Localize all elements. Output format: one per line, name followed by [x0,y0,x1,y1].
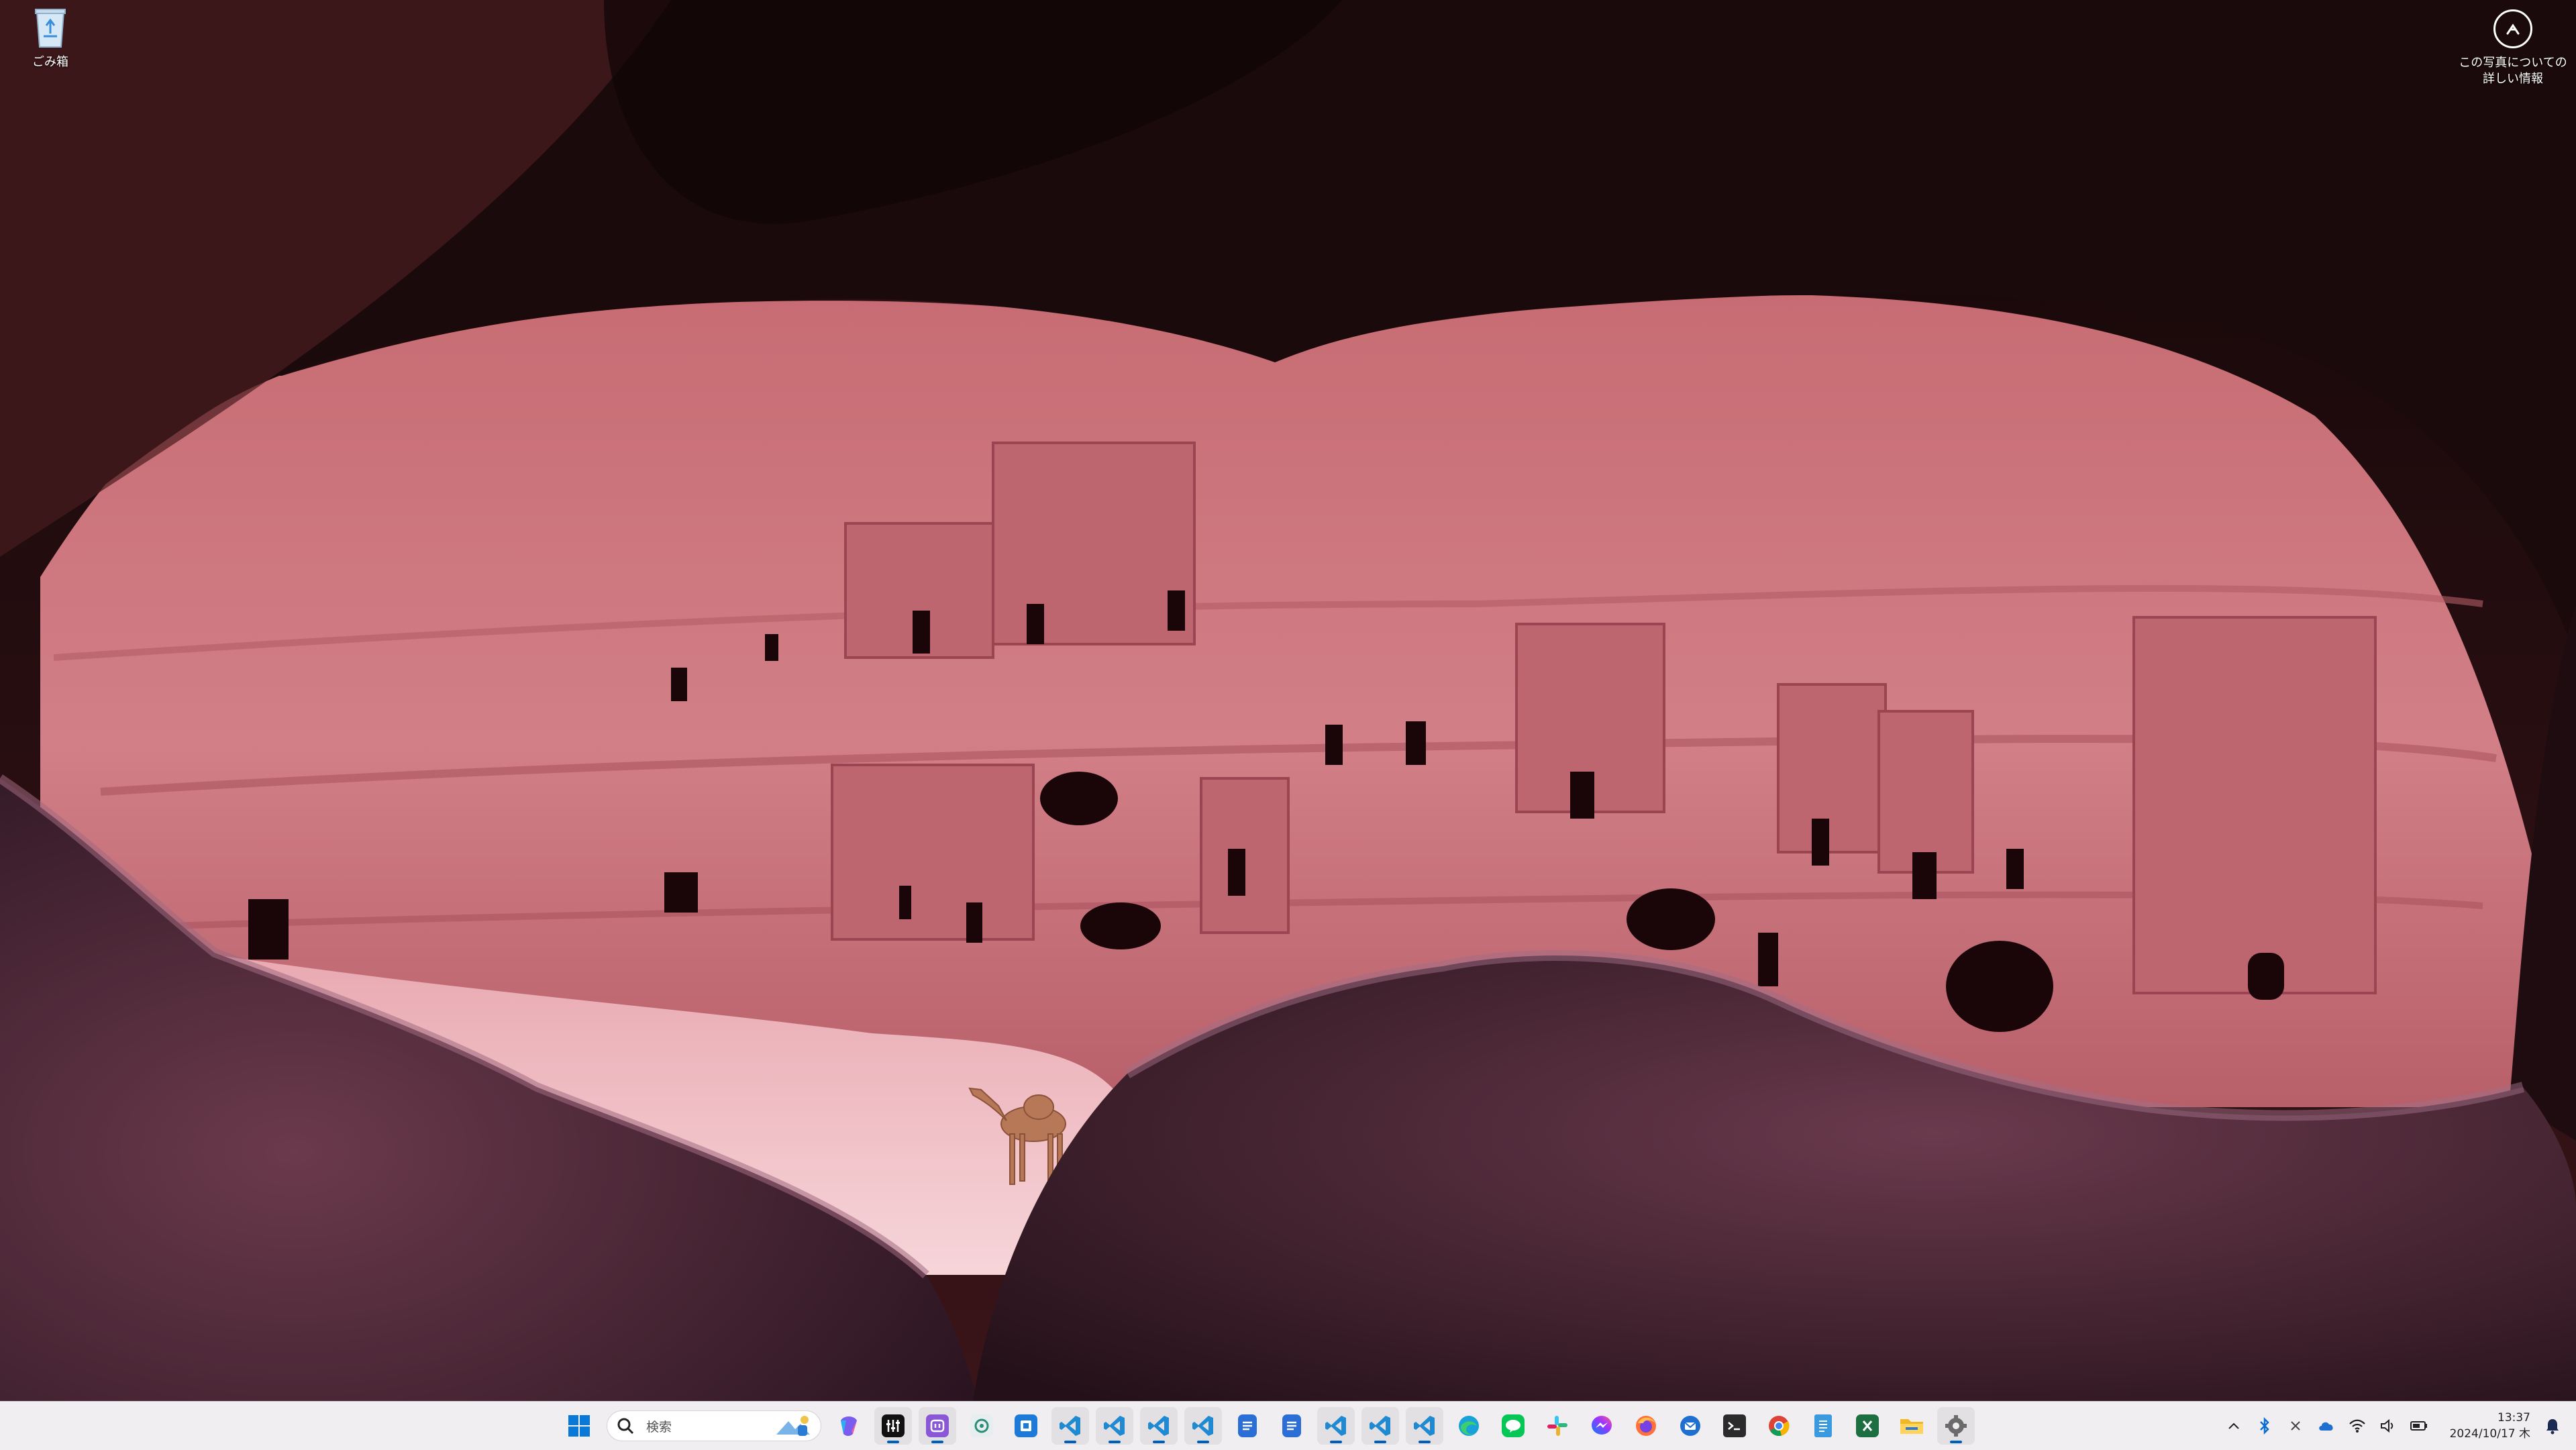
vscode-button-1[interactable] [1051,1407,1089,1445]
copilot-icon [841,1416,857,1436]
bluetooth-icon[interactable] [2255,1416,2274,1435]
chevron-up-icon[interactable] [2224,1416,2243,1435]
search-icon [617,1418,634,1435]
line-icon [1502,1414,1525,1437]
running-indicator [887,1441,899,1443]
battery-icon[interactable] [2410,1416,2428,1435]
notepad-icon [1814,1414,1832,1437]
messenger-icon [1592,1416,1612,1435]
spotlight-camera-icon [2493,9,2532,48]
search-highlight-icon [775,1414,811,1437]
notepad-button[interactable] [1804,1407,1842,1445]
running-indicator [1064,1441,1076,1443]
slack-icon [1547,1416,1567,1436]
taskbar-center: 検索 [557,1402,1978,1450]
recycle-bin[interactable]: ごみ箱 [20,7,81,70]
vscode-icon [1148,1416,1169,1436]
spotlight-info[interactable]: この写真についての 詳しい情報 [2456,9,2570,87]
running-indicator [1374,1441,1386,1443]
running-indicator [1330,1441,1342,1443]
system-tray: 13:37 2024/10/17 木 [2224,1402,2563,1450]
close-icon[interactable] [2286,1416,2305,1435]
vscode-icon [1414,1416,1435,1436]
running-indicator [1153,1441,1165,1443]
thunderbird-button[interactable] [1671,1407,1709,1445]
spotlight-label-line2: 詳しい情報 [2483,72,2543,86]
messenger-button[interactable] [1583,1407,1620,1445]
excel-icon [1856,1414,1879,1437]
app-blue-square-button[interactable] [1007,1407,1045,1445]
thunderbird-icon [1680,1416,1700,1436]
recycle-bin-icon [33,7,68,48]
edge-icon [1459,1416,1479,1436]
openai-icon [970,1414,993,1437]
brain-icon [926,1414,949,1437]
taskbar: 検索 13:37 2024/10/17 木 [0,1401,2576,1450]
vscode-button-4[interactable] [1184,1407,1222,1445]
excel-button[interactable] [1849,1407,1886,1445]
vscode-icon [1192,1416,1213,1436]
windows-logo-icon [568,1415,590,1437]
clock-date: 2024/10/17 木 [2449,1427,2530,1441]
running-indicator [931,1441,943,1443]
wifi-icon[interactable] [2348,1416,2367,1435]
settings-button[interactable] [1937,1407,1975,1445]
file-explorer-button[interactable] [1893,1407,1930,1445]
spotlight-label-line1: この写真についての [2459,56,2567,70]
search-placeholder: 検索 [646,1419,672,1435]
vscode-button-3[interactable] [1140,1407,1178,1445]
equalizer-icon [882,1414,905,1437]
cloud-sync-icon[interactable] [2317,1416,2336,1435]
running-indicator [1950,1441,1962,1443]
notification-bell-icon[interactable] [2542,1416,2563,1436]
recycle-bin-label: ごみ箱 [32,55,68,69]
vscode-button-6[interactable] [1361,1407,1399,1445]
wallpaper-art [0,0,2576,1401]
gear-icon [1945,1415,1967,1437]
terminal-icon [1723,1414,1746,1437]
docs-button-1[interactable] [1229,1407,1266,1445]
vscode-button-5[interactable] [1317,1407,1355,1445]
edge-button[interactable] [1450,1407,1488,1445]
line-button[interactable] [1494,1407,1532,1445]
slack-button[interactable] [1539,1407,1576,1445]
blue-square-icon [1015,1414,1037,1437]
clock-time: 13:37 [2497,1411,2530,1425]
document-icon [1238,1414,1257,1437]
chatgpt-button[interactable] [963,1407,1000,1445]
vscode-icon [1325,1416,1346,1436]
terminal-button[interactable] [1716,1407,1753,1445]
chrome-icon [1769,1416,1790,1436]
running-indicator [1109,1441,1121,1443]
running-indicator [1197,1441,1209,1443]
start-button[interactable] [560,1407,598,1445]
vscode-icon [1060,1416,1080,1436]
ai-assistant-button[interactable] [919,1407,956,1445]
chrome-button[interactable] [1760,1407,1798,1445]
document-icon [1282,1414,1301,1437]
vscode-button-7[interactable] [1406,1407,1443,1445]
vscode-icon [1370,1416,1390,1436]
desktop-wallpaper [0,0,2576,1401]
audio-mixer-button[interactable] [874,1407,912,1445]
clock[interactable]: 13:37 2024/10/17 木 [2450,1410,2530,1442]
folder-icon [1900,1419,1923,1434]
firefox-icon [1636,1416,1656,1436]
docs-button-2[interactable] [1273,1407,1310,1445]
speaker-icon[interactable] [2379,1416,2398,1435]
firefox-button[interactable] [1627,1407,1665,1445]
vscode-button-2[interactable] [1096,1407,1133,1445]
vscode-icon [1104,1416,1125,1436]
copilot-button[interactable] [830,1407,868,1445]
taskbar-search-box[interactable]: 検索 [607,1410,821,1441]
running-indicator [1419,1441,1431,1443]
